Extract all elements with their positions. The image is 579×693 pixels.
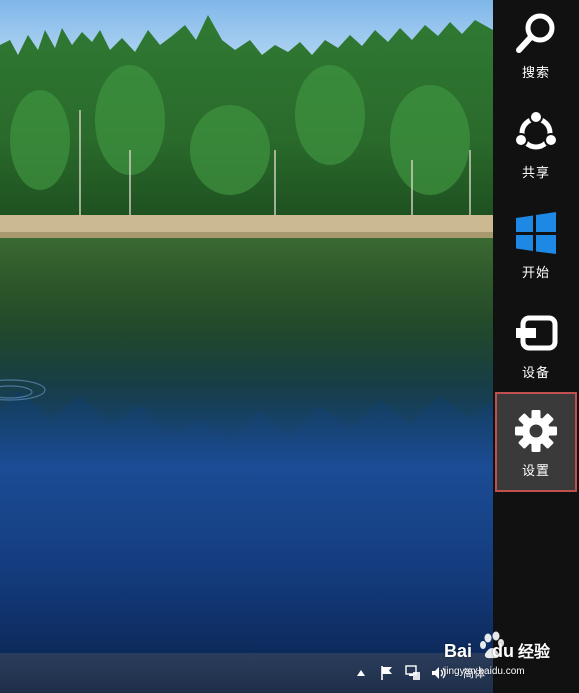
taskbar: 简体 (0, 653, 493, 693)
system-tray: 简体 (353, 653, 485, 693)
desktop-wallpaper (0, 0, 493, 653)
network-icon[interactable] (405, 665, 421, 681)
devices-icon (513, 310, 559, 356)
search-icon (513, 10, 559, 56)
share-icon (513, 110, 559, 156)
charm-devices-label: 设备 (521, 366, 550, 381)
charm-settings[interactable]: 设置 (495, 392, 577, 492)
charm-start-label: 开始 (521, 266, 550, 281)
charm-devices[interactable]: 设备 (495, 300, 577, 396)
gear-icon (513, 408, 559, 454)
chevron-up-icon[interactable] (353, 665, 369, 681)
charm-settings-label: 设置 (521, 464, 550, 479)
charm-search-label: 搜索 (521, 66, 550, 81)
charm-search[interactable]: 搜索 (495, 0, 577, 96)
volume-icon[interactable] (431, 665, 447, 681)
charms-bar: 搜索 共享 开始 设备 设置 (493, 0, 579, 693)
flag-icon[interactable] (379, 665, 395, 681)
windows-logo-icon (513, 210, 559, 256)
lake-forest-image (0, 0, 493, 653)
charm-start[interactable]: 开始 (495, 200, 577, 296)
input-language-indicator[interactable]: 简体 (463, 665, 485, 681)
charm-share-label: 共享 (521, 166, 550, 181)
charm-share[interactable]: 共享 (495, 100, 577, 196)
